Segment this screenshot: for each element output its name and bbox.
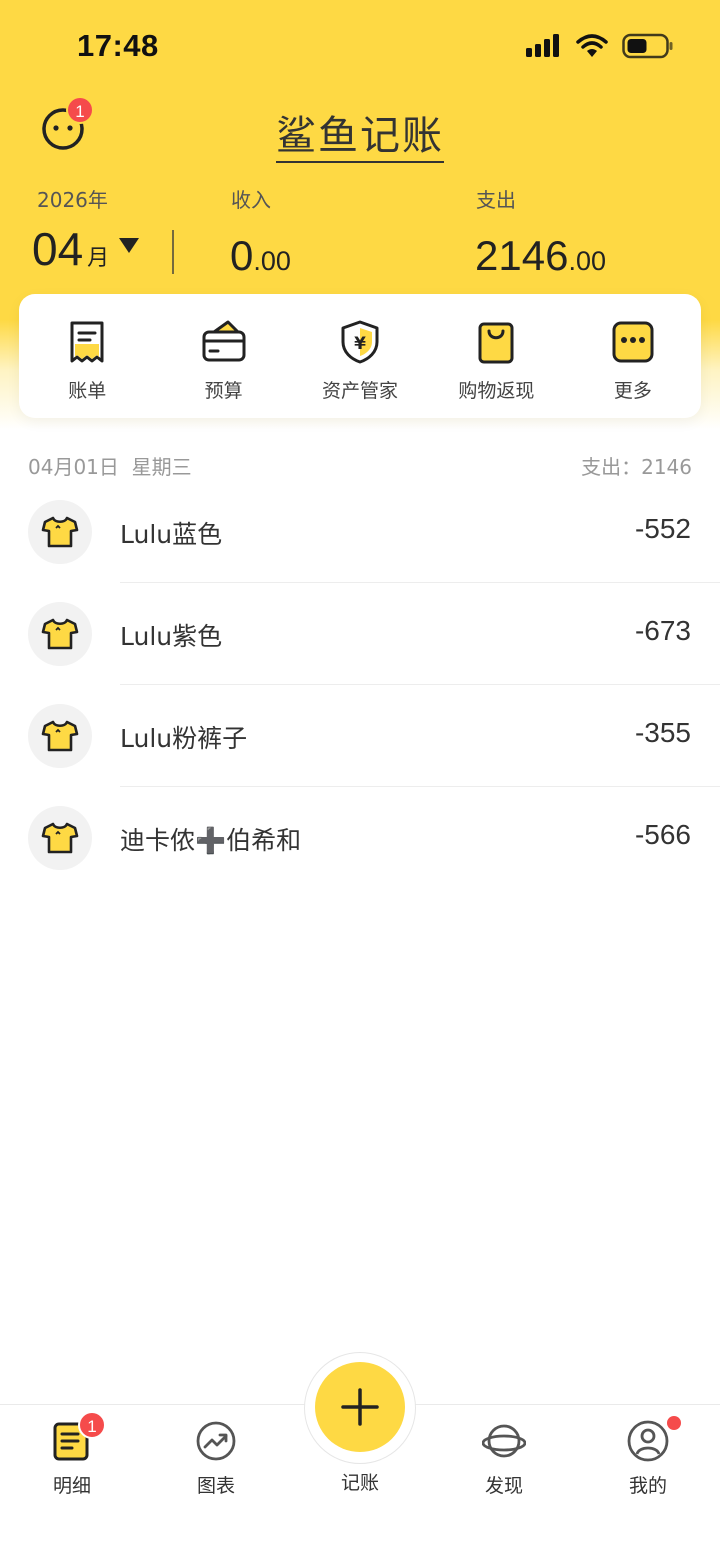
record-item[interactable]: 迪卡侬➕伯希和 -566 xyxy=(0,806,720,908)
chart-trend-icon xyxy=(196,1421,236,1461)
day-date: 04月01日 星期三 xyxy=(28,455,192,479)
expense-decimal: .00 xyxy=(568,246,606,276)
tab-mine[interactable]: 我的 xyxy=(588,1416,708,1498)
record-amount: -673 xyxy=(634,615,691,646)
tshirt-icon xyxy=(41,822,79,854)
dropdown-arrow-icon xyxy=(119,238,140,253)
record-item[interactable]: Lulu粉裤子 -355 xyxy=(0,704,720,806)
summary-divider xyxy=(172,230,174,274)
tshirt-icon xyxy=(41,720,79,752)
expense-label: 支出 xyxy=(476,188,516,212)
quick-action-budget[interactable]: 预算 xyxy=(155,294,291,418)
tab-label: 我的 xyxy=(628,1475,667,1497)
add-record-label: 记账 xyxy=(340,1472,379,1494)
tab-charts[interactable]: 图表 xyxy=(156,1419,276,1498)
quick-action-label: 账单 xyxy=(68,380,107,402)
income-integer: 0 xyxy=(230,232,254,279)
record-category-icon xyxy=(28,806,92,870)
record-name: Lulu粉裤子 xyxy=(120,724,248,753)
record-name: Lulu蓝色 xyxy=(120,520,223,549)
shopping-bag-icon xyxy=(478,322,514,364)
record-divider xyxy=(120,684,720,685)
quick-action-more[interactable]: 更多 xyxy=(565,294,701,418)
quick-actions-card: 账单 预算 ¥ 资产管家 购物返现 更多 xyxy=(19,294,701,418)
expense-amount: 2146.00 xyxy=(475,232,606,280)
month-picker[interactable]: 04 月 xyxy=(32,222,140,276)
status-time: 17:48 xyxy=(77,28,159,63)
budget-wallet-icon xyxy=(202,320,246,362)
cellular-signal-icon xyxy=(526,34,559,57)
plus-icon xyxy=(341,1388,379,1426)
quick-action-bill[interactable]: 账单 xyxy=(19,294,155,418)
app-screen: 17:48 1 鲨鱼记账 2026年 04 月 收入 0.00 支出 2146.… xyxy=(0,0,720,1558)
income-decimal: .00 xyxy=(253,246,291,276)
tab-discover[interactable]: 发现 xyxy=(444,1419,564,1498)
record-item[interactable]: Lulu蓝色 -552 xyxy=(0,500,720,602)
app-title: 鲨鱼记账 xyxy=(276,113,444,163)
tab-details[interactable]: 明细 1 xyxy=(12,1411,132,1498)
record-category-icon xyxy=(28,602,92,666)
svg-text:¥: ¥ xyxy=(354,334,366,354)
record-amount: -552 xyxy=(634,513,691,544)
tab-label: 明细 xyxy=(52,1475,91,1497)
month-value: 04 xyxy=(32,223,84,275)
record-amount: -566 xyxy=(634,819,691,850)
battery-icon xyxy=(622,33,673,59)
more-icon xyxy=(612,321,654,363)
tshirt-icon xyxy=(41,516,79,548)
wifi-icon xyxy=(576,34,608,57)
record-category-icon xyxy=(28,704,92,768)
day-expense-total: 支出：2146 xyxy=(581,455,692,479)
user-profile-icon xyxy=(627,1420,669,1462)
notification-dot xyxy=(667,1416,681,1430)
record-divider xyxy=(120,786,720,787)
details-badge: 1 xyxy=(78,1411,106,1439)
quick-action-label: 更多 xyxy=(613,380,652,402)
bill-icon xyxy=(70,321,104,363)
record-name: Lulu紫色 xyxy=(120,622,223,651)
month-unit: 月 xyxy=(87,246,110,271)
quick-action-label: 预算 xyxy=(204,380,243,402)
asset-shield-icon: ¥ xyxy=(341,320,379,364)
record-amount: -355 xyxy=(634,717,691,748)
status-icons xyxy=(526,33,674,59)
tshirt-icon xyxy=(41,618,79,650)
planet-icon xyxy=(482,1424,526,1458)
record-name: 迪卡侬➕伯希和 xyxy=(120,826,302,855)
quick-action-assets[interactable]: ¥ 资产管家 xyxy=(292,294,428,418)
tab-label: 发现 xyxy=(484,1475,523,1497)
add-record-button[interactable] xyxy=(315,1362,405,1452)
income-label: 收入 xyxy=(231,188,271,212)
record-category-icon xyxy=(28,500,92,564)
app-logo-title: 鲨鱼记账 xyxy=(0,103,720,163)
record-divider xyxy=(120,582,720,583)
quick-action-cashback[interactable]: 购物返现 xyxy=(428,294,564,418)
income-amount: 0.00 xyxy=(230,232,291,280)
record-item[interactable]: Lulu紫色 -673 xyxy=(0,602,720,704)
quick-action-label: 购物返现 xyxy=(458,380,535,402)
year-label: 2026年 xyxy=(37,188,108,212)
quick-action-label: 资产管家 xyxy=(322,380,399,402)
expense-integer: 2146 xyxy=(475,232,569,279)
tab-label: 图表 xyxy=(196,1475,235,1497)
